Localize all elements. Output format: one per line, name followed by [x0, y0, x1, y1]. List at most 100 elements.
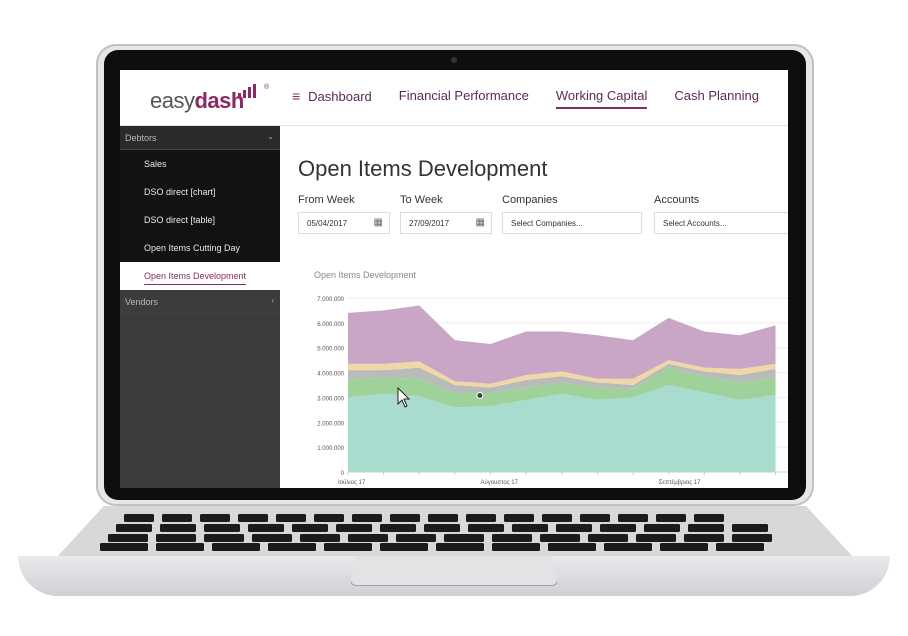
y-tick-label: 0 [341, 471, 345, 477]
keyboard-key [162, 514, 192, 522]
x-tick-label: Αύγουστος 17 [481, 480, 519, 486]
page-title: Open Items Development [298, 156, 548, 181]
keyboard-key [268, 543, 316, 551]
keyboard-key [468, 524, 504, 532]
logo-bars-icon [238, 84, 256, 98]
keyboard-key [466, 514, 496, 522]
keyboard-key [100, 543, 148, 551]
to-week-label: To Week [400, 194, 443, 206]
from-week-label: From Week [298, 194, 355, 206]
from-week-value: 05/04/2017 [307, 219, 348, 228]
keyboard-key [716, 543, 764, 551]
main-content: Open Items Development From Week 05/04/2… [280, 126, 788, 488]
keyboard-key [688, 524, 724, 532]
sidebar-item-sales[interactable]: Sales [120, 150, 280, 178]
keyboard-key [428, 514, 458, 522]
nav-working-capital[interactable]: Working Capital [555, 88, 648, 109]
touchpad [350, 556, 558, 586]
keyboard-key [348, 534, 388, 542]
brand-name-part1: easy [150, 88, 195, 113]
y-tick-label: 2.000.000 [317, 421, 344, 427]
keyboard-key [636, 534, 676, 542]
keyboard-key [324, 543, 372, 551]
calendar-icon[interactable]: ▦ [476, 217, 485, 228]
nav-cash-planning[interactable]: Cash Planning [674, 88, 759, 109]
keyboard-key [156, 543, 204, 551]
keyboard-key [238, 514, 268, 522]
companies-placeholder: Select Companies... [511, 219, 583, 228]
x-tick-label: Ιούλιος 17 [338, 480, 366, 486]
keyboard-key [732, 524, 768, 532]
accounts-placeholder: Select Accounts... [663, 219, 727, 228]
sidebar-item-label: Open Items Cutting Day [144, 243, 241, 253]
keyboard-key [352, 514, 382, 522]
keyboard-key [604, 543, 652, 551]
keyboard-keys [100, 514, 772, 551]
sidebar-item-open-items-cutting-day[interactable]: Open Items Cutting Day [120, 234, 280, 262]
keyboard-key [548, 543, 596, 551]
area-chart[interactable]: 7.000.000 6.000.000 5.000.000 4.000.000 3.00… [280, 290, 788, 488]
keyboard-key [396, 534, 436, 542]
app-screen: easy dash ® ≡ Dashboard Financial Perform… [120, 70, 788, 488]
accounts-select[interactable]: Select Accounts... [654, 212, 788, 234]
sidebar-item-dso-chart[interactable]: DSO direct [chart] [120, 178, 280, 206]
keyboard-key [556, 524, 592, 532]
keyboard-key [660, 543, 708, 551]
keyboard-key [156, 534, 196, 542]
chevron-left-icon: ‹ [271, 296, 274, 305]
keyboard-key [248, 524, 284, 532]
keyboard-key [492, 534, 532, 542]
sidebar-section-vendors[interactable]: Vendors ‹ [120, 290, 280, 314]
companies-select[interactable]: Select Companies... [502, 212, 642, 234]
to-week-input[interactable]: 27/09/2017 ▦ [400, 212, 492, 234]
keyboard-key [424, 524, 460, 532]
keyboard-key [492, 543, 540, 551]
from-week-input[interactable]: 05/04/2017 ▦ [298, 212, 390, 234]
keyboard-key [694, 514, 724, 522]
x-tick-label: Σεπτέμβριος 17 [659, 479, 701, 486]
y-tick-label: 5.000.000 [317, 347, 344, 353]
to-week-value: 27/09/2017 [409, 219, 450, 228]
chevron-down-icon: ⌄ [267, 132, 274, 141]
vendors-header-label: Vendors [125, 297, 159, 307]
debtors-list: Sales DSO direct [chart] DSO direct [tab… [120, 150, 280, 290]
nav-dashboard-label: Dashboard [308, 89, 372, 104]
keyboard-key [204, 524, 240, 532]
sidebar-item-label: DSO direct [table] [144, 215, 216, 225]
keyboard-key [684, 534, 724, 542]
keyboard-key [300, 534, 340, 542]
laptop-stage: easy dash ® ≡ Dashboard Financial Perform… [0, 0, 908, 636]
keyboard-key [336, 524, 372, 532]
y-tick-label: 3.000.000 [317, 396, 344, 402]
keyboard-key [276, 514, 306, 522]
keyboard-key [644, 524, 680, 532]
keyboard-key [204, 534, 244, 542]
nav-working-capital-label: Working Capital [555, 88, 648, 103]
nav-financial-performance[interactable]: Financial Performance [399, 88, 529, 109]
sidebar-section-debtors[interactable]: Debtors ⌄ [120, 126, 280, 150]
sidebar-item-open-items-development[interactable]: Open Items Development [120, 262, 280, 290]
keyboard-key [380, 524, 416, 532]
keyboard-key [656, 514, 686, 522]
hamburger-icon[interactable]: ≡ [292, 88, 300, 104]
keyboard-key [732, 534, 772, 542]
nav-dashboard[interactable]: ≡ Dashboard [292, 88, 372, 109]
camera-icon [451, 57, 457, 63]
nav-cash-planning-label: Cash Planning [674, 88, 759, 103]
sidebar-item-label: DSO direct [chart] [144, 187, 216, 197]
keyboard-key [504, 514, 534, 522]
y-tick-label: 4.000.000 [317, 372, 344, 378]
brand-name-part2: dash [194, 88, 244, 113]
sidebar-item-label: Open Items Development [144, 271, 247, 285]
keyboard-key [200, 514, 230, 522]
y-tick-label: 6.000.000 [317, 322, 344, 328]
calendar-icon[interactable]: ▦ [374, 217, 383, 228]
brand-logo[interactable]: easy dash ® [150, 84, 269, 114]
sidebar-item-dso-table[interactable]: DSO direct [table] [120, 206, 280, 234]
sidebar-item-label: Sales [144, 159, 167, 169]
hover-point-marker[interactable] [476, 391, 484, 399]
area-series-1[interactable] [348, 385, 776, 472]
y-tick-label: 1.000.000 [317, 446, 344, 452]
keyboard-key [512, 524, 548, 532]
keyboard-key [390, 514, 420, 522]
